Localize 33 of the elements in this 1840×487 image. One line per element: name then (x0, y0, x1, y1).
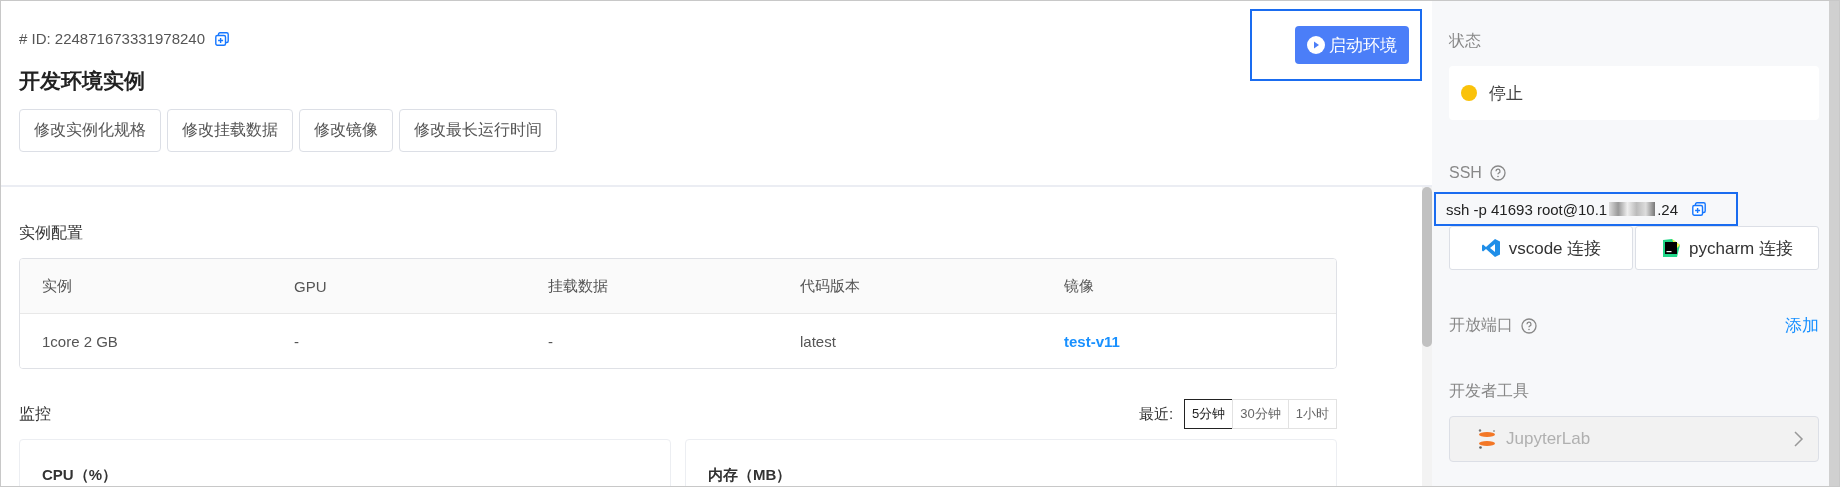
action-button[interactable]: 修改实例化规格 (19, 109, 161, 152)
tools-label: 开发者工具 (1449, 381, 1529, 401)
action-button[interactable]: 修改镜像 (299, 109, 393, 152)
column-header: GPU (294, 277, 327, 295)
table-cell: - (548, 332, 553, 350)
range-button[interactable]: 5分钟 (1184, 399, 1234, 429)
ports-label: 开放端口 (1449, 315, 1513, 335)
column-header: 挂载数据 (548, 276, 608, 296)
ssh-command: ssh -p 41693 root@10.1 (1446, 200, 1608, 218)
column-header: 代码版本 (800, 276, 860, 296)
connect-button[interactable]: vscode 连接 (1449, 226, 1633, 270)
section-title: 实例配置 (19, 223, 84, 243)
action-button[interactable]: 修改最长运行时间 (399, 109, 557, 152)
chart-title: CPU（%） (42, 466, 117, 483)
table-cell: 1core 2 GB (42, 332, 118, 350)
connect-button[interactable]: pycharm 连接 (1635, 226, 1819, 270)
ssh-command: .24 (1657, 200, 1679, 218)
instance-id: # ID: 224871673331978240 (19, 30, 205, 47)
ssh-label: SSH (1449, 164, 1482, 182)
column-header: 镜像 (1064, 276, 1094, 296)
range-button[interactable]: 30分钟 (1232, 399, 1289, 429)
action-button[interactable]: 修改挂载数据 (167, 109, 293, 152)
section-title: 监控 (19, 403, 51, 424)
range-button[interactable]: 1小时 (1287, 399, 1337, 429)
launch-button[interactable]: 启动环境 (1295, 26, 1409, 64)
column-header: 实例 (42, 276, 72, 296)
table-cell: - (294, 332, 299, 350)
status-label: 状态 (1449, 31, 1481, 51)
status-text: 停止 (1489, 82, 1523, 105)
page-title: 开发环境实例 (19, 68, 146, 94)
range-label: 最近: (1138, 404, 1174, 424)
table-cell: latest (800, 332, 836, 350)
chart-title: 内存（MB） (708, 466, 792, 483)
